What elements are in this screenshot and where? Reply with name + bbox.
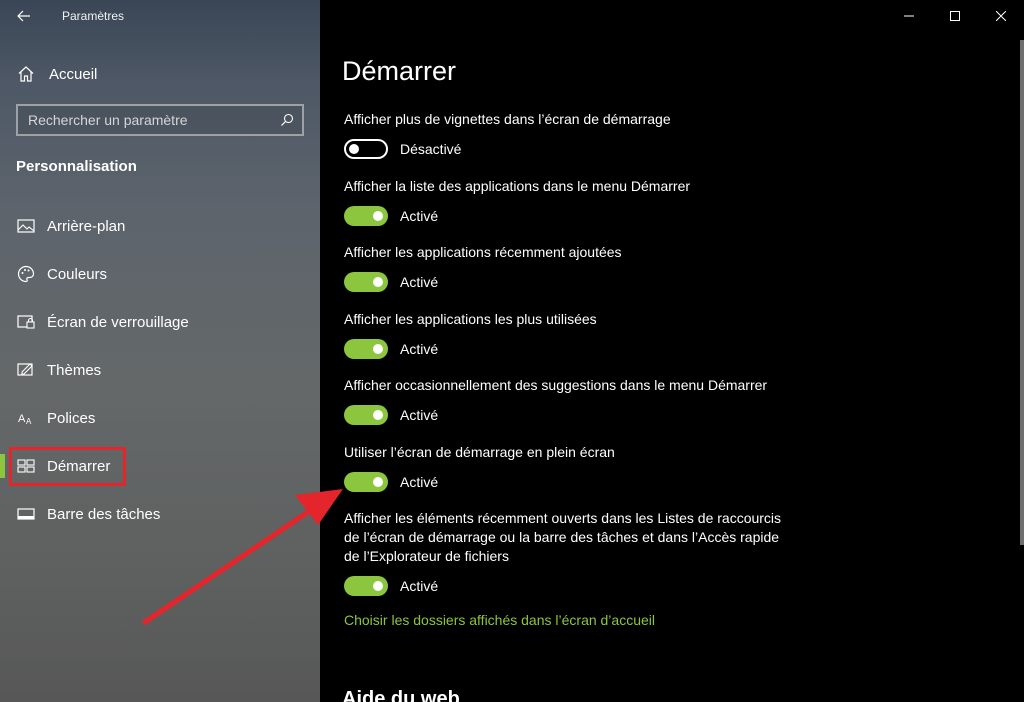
toggle-knob	[373, 581, 383, 591]
sidebar-item-label: Polices	[47, 409, 96, 427]
toggle-state: Activé	[400, 208, 439, 224]
toggle-state: Activé	[400, 341, 439, 357]
themes-icon	[16, 360, 36, 380]
active-indicator	[0, 454, 5, 478]
toggle-knob	[373, 344, 383, 354]
sidebar-item-lock-screen[interactable]: Écran de verrouillage	[0, 298, 320, 346]
toggle-knob	[349, 144, 359, 154]
sidebar-item-taskbar[interactable]: Barre des tâches	[0, 490, 320, 538]
section-title: Personnalisation	[16, 158, 137, 175]
setting-recent-apps: Afficher les applications récemment ajou…	[344, 243, 804, 292]
title-bar: Paramètres	[0, 0, 320, 32]
maximize-button[interactable]	[932, 0, 978, 32]
setting-label: Afficher les applications récemment ajou…	[344, 244, 622, 260]
toggle-switch[interactable]	[344, 339, 388, 359]
minimize-button[interactable]	[886, 0, 932, 32]
toggle-state: Activé	[400, 578, 439, 594]
setting-label: Afficher les éléments récemment ouverts …	[344, 510, 782, 564]
palette-icon	[16, 264, 36, 284]
picture-icon	[16, 216, 36, 236]
setting-most-used: Afficher les applications les plus utili…	[344, 310, 804, 359]
start-icon	[16, 456, 36, 476]
taskbar-icon	[16, 504, 36, 524]
minimize-icon	[904, 15, 914, 17]
home-icon	[16, 64, 36, 84]
svg-text:A: A	[26, 417, 32, 426]
toggle-switch[interactable]	[344, 272, 388, 292]
toggle-state: Activé	[400, 274, 439, 290]
back-button[interactable]	[12, 5, 36, 27]
scrollbar[interactable]	[1019, 40, 1024, 545]
sidebar-item-themes[interactable]: Thèmes	[0, 346, 320, 394]
toggle-switch[interactable]	[344, 206, 388, 226]
sidebar-item-label: Écran de verrouillage	[47, 313, 189, 331]
choose-folders-link[interactable]: Choisir les dossiers affichés dans l’écr…	[344, 612, 655, 628]
svg-text:A: A	[18, 413, 26, 425]
home-label: Accueil	[49, 65, 98, 83]
back-arrow-icon	[17, 10, 30, 22]
lock-screen-icon	[16, 312, 36, 332]
toggle-switch[interactable]	[344, 472, 388, 492]
toggle-state: Activé	[400, 407, 439, 423]
toggle-knob	[373, 410, 383, 420]
setting-label: Utiliser l’écran de démarrage en plein é…	[344, 444, 615, 460]
setting-suggestions: Afficher occasionnellement des suggestio…	[344, 376, 804, 425]
sidebar-item-label: Démarrer	[47, 457, 111, 475]
sidebar-item-label: Thèmes	[47, 361, 102, 379]
sidebar-item-fonts[interactable]: AA Polices	[0, 394, 320, 442]
setting-jump-lists: Afficher les éléments récemment ouverts …	[344, 509, 784, 596]
setting-label: Afficher la liste des applications dans …	[344, 178, 691, 194]
search-box[interactable]	[16, 104, 304, 136]
home-link[interactable]: Accueil	[16, 62, 97, 86]
sidebar-item-background[interactable]: Arrière-plan	[0, 202, 320, 250]
sidebar-item-colors[interactable]: Couleurs	[0, 250, 320, 298]
toggle-switch[interactable]	[344, 405, 388, 425]
close-button[interactable]	[978, 0, 1024, 32]
maximize-icon	[950, 11, 960, 21]
search-icon[interactable]	[276, 109, 298, 131]
setting-app-list: Afficher la liste des applications dans …	[344, 177, 804, 226]
sidebar-item-label: Couleurs	[47, 265, 108, 283]
toggle-knob	[373, 211, 383, 221]
sidebar-item-label: Barre des tâches	[47, 505, 161, 523]
sidebar-nav: Arrière-plan Couleurs Écran de verrouill…	[0, 202, 320, 538]
toggle-knob	[373, 477, 383, 487]
toggle-state: Désactivé	[400, 141, 462, 157]
setting-label: Afficher les applications les plus utili…	[344, 311, 597, 327]
setting-more-tiles: Afficher plus de vignettes dans l’écran …	[344, 110, 804, 159]
close-icon	[996, 11, 1006, 21]
sidebar-item-label: Arrière-plan	[47, 217, 126, 235]
main-panel: Démarrer Afficher plus de vignettes dans…	[320, 0, 1024, 702]
page-title: Démarrer	[342, 56, 457, 86]
sidebar: Paramètres Accueil Personnalisation Arri…	[0, 0, 320, 702]
toggle-switch[interactable]	[344, 576, 388, 596]
sidebar-item-start[interactable]: Démarrer	[0, 442, 320, 490]
fonts-icon: AA	[16, 408, 36, 428]
web-help-title: Aide du web	[342, 688, 460, 702]
setting-label: Afficher occasionnellement des suggestio…	[344, 377, 768, 393]
app-title: Paramètres	[62, 9, 125, 23]
search-input[interactable]	[28, 112, 276, 128]
setting-label: Afficher plus de vignettes dans l’écran …	[344, 111, 671, 127]
window-controls	[886, 0, 1024, 32]
toggle-switch[interactable]	[344, 139, 388, 159]
setting-fullscreen: Utiliser l’écran de démarrage en plein é…	[344, 443, 804, 492]
toggle-state: Activé	[400, 474, 439, 490]
scrollbar-thumb[interactable]	[1020, 40, 1024, 545]
toggle-knob	[373, 277, 383, 287]
